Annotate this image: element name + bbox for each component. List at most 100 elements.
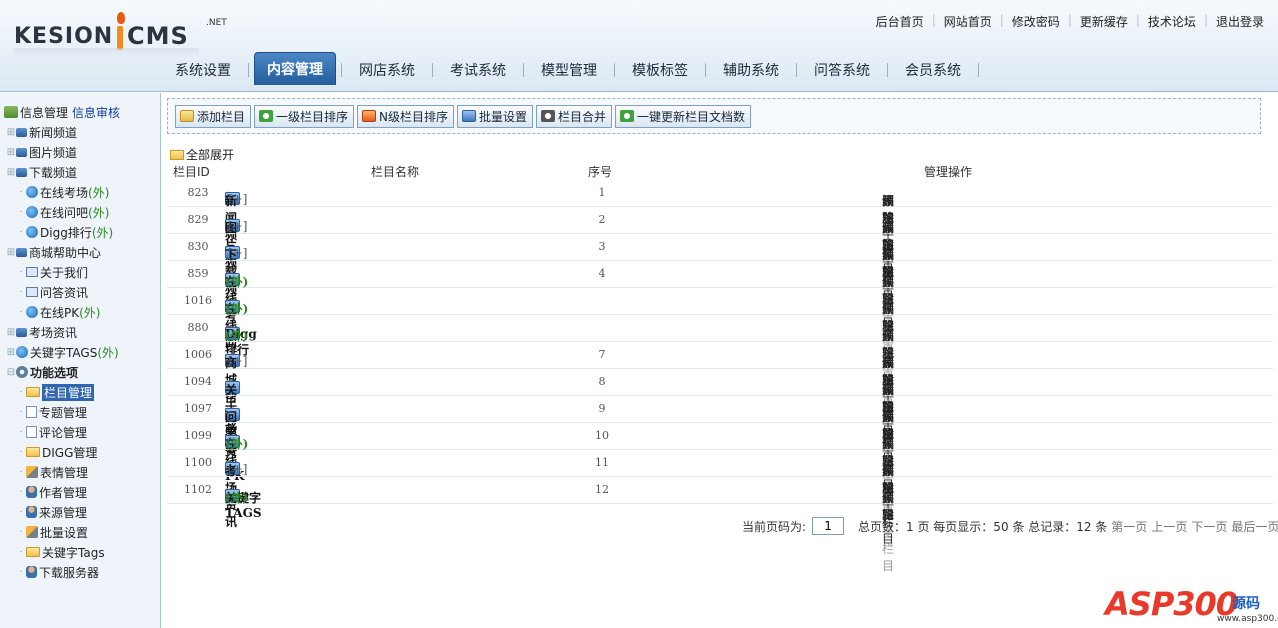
function-root-label: 功能选项 (30, 365, 79, 380)
sidebar-item-keyword-tags[interactable]: ⊞ 关键字TAGS (外) (6, 342, 119, 362)
add-column-button[interactable]: 添加栏目 (175, 104, 252, 128)
sidebar-item-batch-settings[interactable]: · 批量设置 (16, 522, 88, 542)
sidebar-item-label: 关键字TAGS (30, 345, 98, 360)
info-audit-link[interactable]: 信息审核 (72, 104, 120, 121)
table-row: 1094+┊关于我们8添加子栏目编辑删除预览 (167, 369, 1273, 465)
tree-root-label: 信息管理 (20, 105, 69, 120)
sidebar-item-author-management[interactable]: · 作者管理 (16, 482, 87, 502)
sidebar-item-label: 栏目管理 (42, 383, 95, 401)
next-page-link[interactable]: 下一页 (1191, 518, 1227, 535)
link-change-password[interactable]: 修改密码 (1012, 13, 1060, 30)
sidebar-item-digg-management[interactable]: · DIGG管理 (16, 442, 97, 462)
computer-icon (16, 128, 27, 137)
logo-brand-cms: CMS (127, 22, 189, 50)
gear-icon (16, 366, 28, 378)
digg-icon (26, 447, 40, 457)
sidebar-item-qa-news[interactable]: · 问答资讯 (16, 282, 88, 302)
sidebar-item-pictures[interactable]: ⊞ 图片频道 (6, 142, 77, 162)
sidebar-item-online-ask[interactable]: · 在线问吧 (外) (16, 202, 109, 222)
sort-level1-button[interactable]: 一级栏目排序 (254, 104, 355, 128)
sidebar-item-label: 商城帮助中心 (29, 245, 102, 260)
tab-content-management[interactable]: 内容管理 (254, 52, 336, 85)
ie-icon (26, 226, 38, 238)
table-row: 823+┊新闻频道[+]1添加子栏目编辑删除预览 (167, 180, 1273, 276)
tab-member-system[interactable]: 会员系统 (893, 55, 973, 85)
tab-template-tags[interactable]: 模板标签 (620, 55, 700, 85)
table-row: 1100+┊考场资讯[+]11添加子栏目编辑删除预览 (167, 450, 1273, 546)
ie-icon (26, 306, 38, 318)
table-header: 栏目ID 栏目名称 序号 管理操作 (167, 162, 1273, 180)
top-links: 后台首页 | 网站首页 | 修改密码 | 更新缓存 | 技术论坛 | 退出登录 (875, 13, 1264, 30)
column-toolbar: 添加栏目 一级栏目排序 N级栏目排序 批量设置 栏目合并 一键更新栏目文档数 (167, 98, 1261, 134)
link-forum[interactable]: 技术论坛 (1148, 13, 1196, 30)
tab-qa-system[interactable]: 问答系统 (802, 55, 882, 85)
emoji-icon (26, 466, 38, 478)
merge-columns-button[interactable]: 栏目合并 (536, 104, 613, 128)
computer-icon (16, 148, 27, 157)
sidebar-item-download[interactable]: ⊞ 下载频道 (6, 162, 77, 182)
link-admin-home[interactable]: 后台首页 (876, 13, 924, 30)
children-tag[interactable]: [+] (228, 219, 247, 233)
link-refresh-cache[interactable]: 更新缓存 (1080, 13, 1128, 30)
sidebar-item-label: 专题管理 (39, 405, 88, 420)
first-page-link[interactable]: 第一页 (1111, 518, 1147, 535)
link-logout[interactable]: 退出登录 (1216, 13, 1264, 30)
tab-auxiliary-system[interactable]: 辅助系统 (711, 55, 791, 85)
tree-root-info[interactable]: 信息管理 信息审核 (4, 102, 120, 122)
children-tag[interactable]: [+] (228, 462, 247, 476)
sidebar-item-label: 在线考场 (40, 185, 89, 200)
link-site-home[interactable]: 网站首页 (944, 13, 992, 30)
expand-all-link[interactable]: 全部展开 (170, 146, 234, 163)
current-page-label: 当前页码为: (742, 519, 807, 534)
sidebar-item-online-exam[interactable]: · 在线考场 (外) (16, 182, 109, 202)
children-tag[interactable]: [+] (228, 246, 247, 260)
sidebar-item-exam-news[interactable]: ⊞ 考场资讯 (6, 322, 77, 342)
sidebar-item-digg-rank[interactable]: · Digg排行 (外) (16, 222, 113, 242)
column-id: 1102 (184, 483, 212, 496)
tab-system-settings[interactable]: 系统设置 (163, 55, 243, 85)
ie-icon (26, 206, 38, 218)
tab-shop-system[interactable]: 网店系统 (347, 55, 427, 85)
sidebar-item-label: 考场资讯 (29, 325, 78, 340)
sort-nlevel-button[interactable]: N级栏目排序 (357, 104, 455, 128)
tree-root-functions[interactable]: ⊟ 功能选项 (6, 362, 78, 382)
document-icon (26, 406, 37, 418)
sidebar-item-topic-management[interactable]: · 专题管理 (16, 402, 87, 422)
sidebar-item-emoji-management[interactable]: · 表情管理 (16, 462, 88, 482)
children-tag[interactable]: [+] (228, 192, 247, 206)
column-order: 4 (598, 267, 606, 280)
asp300-watermark: ASP300 源码 www.asp300.com (1105, 575, 1278, 625)
prev-page-link[interactable]: 上一页 (1151, 518, 1187, 535)
last-page-link[interactable]: 最后一页 (1231, 518, 1278, 535)
pagination: 当前页码为: 总页数：1 页 每页显示：50 条 总记录：12 条 第一页 上一… (742, 517, 1278, 535)
sidebar-item-label: 下载服务器 (39, 565, 100, 580)
sidebar-item-online-pk[interactable]: · 在线PK (外) (16, 302, 100, 322)
sidebar-item-shop-help[interactable]: ⊞ 商城帮助中心 (6, 242, 101, 262)
sidebar-item-keyword-tags-manage[interactable]: · 关键字Tags (16, 542, 104, 562)
tab-exam-system[interactable]: 考试系统 (438, 55, 518, 85)
column-order: 7 (598, 348, 606, 361)
ie-icon (16, 346, 28, 358)
folder-icon (26, 387, 40, 397)
batch-settings-button[interactable]: 批量设置 (457, 104, 534, 128)
tab-model-management[interactable]: 模型管理 (529, 55, 609, 85)
col-header-order: 序号 (588, 165, 613, 179)
sidebar-item-about-us[interactable]: · 关于我们 (16, 262, 88, 282)
children-tag[interactable]: [+] (228, 354, 247, 368)
sidebar-item-news[interactable]: ⊞ 新闻频道 (6, 122, 77, 142)
sidebar-item-source-management[interactable]: · 来源管理 (16, 502, 87, 522)
sidebar-tree: 信息管理 信息审核 ⊞ 新闻频道 ⊞ 图片频道 ⊞ 下载频道 · 在线考场 (外)… (0, 93, 161, 628)
sidebar-item-download-server[interactable]: · 下载服务器 (16, 562, 99, 582)
computer-icon (16, 328, 27, 337)
merge-icon (541, 110, 556, 122)
sidebar-item-column-management[interactable]: · 栏目管理 (16, 382, 95, 402)
envelope-icon (362, 110, 377, 122)
sidebar-item-label: 图片频道 (29, 145, 78, 160)
update-doc-count-button[interactable]: 一键更新栏目文档数 (615, 104, 752, 128)
table-row: 1099+┊在线PK(外)10添加子栏目编辑删除预览 (167, 423, 1273, 519)
sidebar-item-comment-management[interactable]: · 评论管理 (16, 422, 87, 442)
column-id: 1097 (184, 402, 212, 415)
page-number-input[interactable] (812, 517, 845, 535)
folder-icon (170, 149, 184, 160)
comment-icon (26, 426, 37, 438)
